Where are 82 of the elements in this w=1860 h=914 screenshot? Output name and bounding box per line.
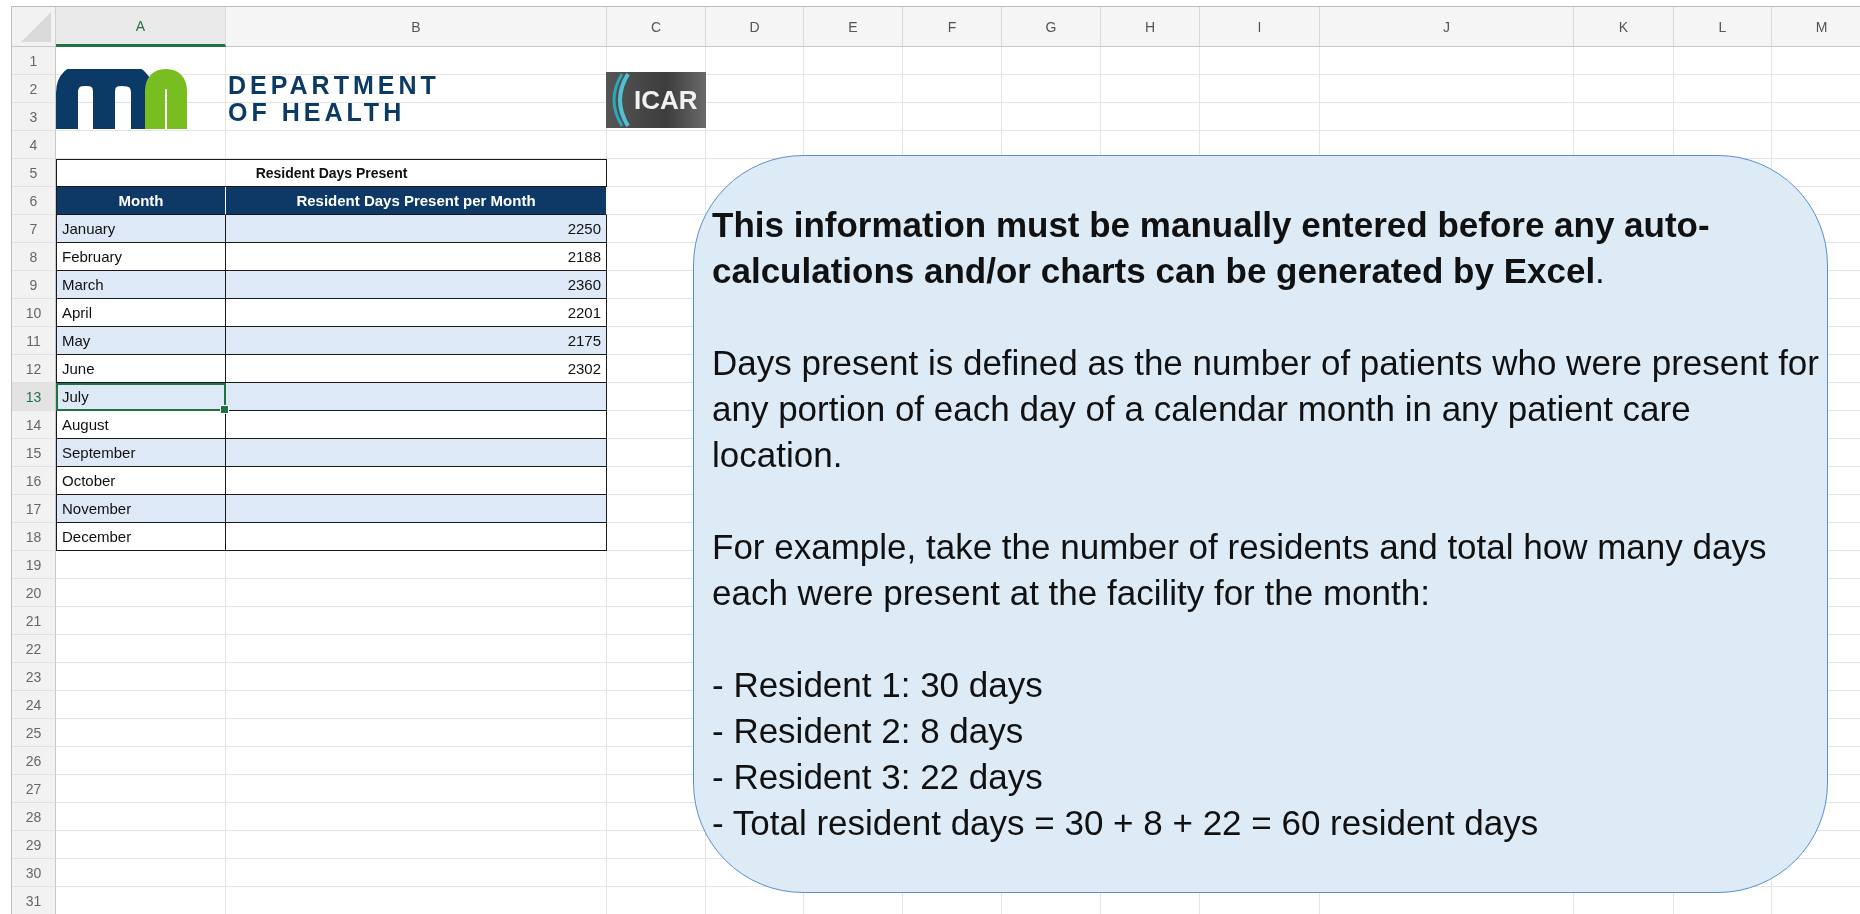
row-header[interactable]: 1 [12,47,56,75]
row-header[interactable]: 29 [12,831,56,859]
table-cell[interactable]: 2302 [226,355,607,383]
column-heading: Month [56,187,226,215]
row-header[interactable]: 14 [12,411,56,439]
row-header[interactable]: 26 [12,747,56,775]
paragraph: For example, take the number of residents and total how many days each were present at the facility for the month: [712,526,1768,614]
row-header[interactable]: 6 [12,187,56,215]
list-item: - Total resident days = 30 + 8 + 22 = 60 resident days [712,802,1540,844]
row-header[interactable]: 31 [12,887,56,914]
table-cell[interactable]: January [56,215,226,243]
column-header[interactable]: E [804,7,903,47]
table-cell[interactable] [226,523,607,551]
list-item: - Resident 1: 30 days [712,664,1044,706]
column-header[interactable]: A [56,7,226,47]
fill-handle[interactable] [220,405,229,414]
row-header[interactable]: 30 [12,859,56,887]
column-header[interactable]: L [1674,7,1772,47]
column-header[interactable]: H [1101,7,1200,47]
column-header[interactable]: F [903,7,1002,47]
table-title: Resident Days Present [56,159,607,187]
row-header[interactable]: 19 [12,551,56,579]
column-header[interactable]: D [706,7,804,47]
table-cell[interactable]: November [56,495,226,523]
column-header[interactable]: M [1772,7,1860,47]
table-cell[interactable] [226,467,607,495]
table-cell[interactable]: February [56,243,226,271]
table-cell[interactable]: June [56,355,226,383]
row-header[interactable]: 23 [12,663,56,691]
row-header[interactable]: 16 [12,467,56,495]
row-header[interactable]: 18 [12,523,56,551]
row-header[interactable]: 25 [12,719,56,747]
table-cell[interactable]: September [56,439,226,467]
table-cell[interactable]: July [56,383,226,411]
table-cell[interactable]: 2175 [226,327,607,355]
list-item: - Resident 2: 8 days [712,710,1025,752]
table-cell[interactable] [226,383,607,411]
column-header[interactable]: I [1200,7,1320,47]
list-item: - Resident 3: 22 days [712,756,1044,798]
row-header[interactable]: 20 [12,579,56,607]
table-cell[interactable]: 2188 [226,243,607,271]
table-cell[interactable]: August [56,411,226,439]
row-header[interactable]: 24 [12,691,56,719]
logo-text: ICAR [634,84,698,116]
logo-text: DEPARTMENT [228,72,440,99]
table-cell[interactable]: 2201 [226,299,607,327]
row-header[interactable]: 28 [12,803,56,831]
logo-text: OF HEALTH [228,99,407,126]
table-cell[interactable] [226,439,607,467]
row-header[interactable]: 5 [12,159,56,187]
paragraph: Days present is defined as the number of patients who were present for any portion of each day of a calendar month in any patient care location. [712,342,1820,476]
row-header[interactable]: 17 [12,495,56,523]
row-header[interactable]: 4 [12,131,56,159]
row-header[interactable]: 7 [12,215,56,243]
table-cell[interactable]: March [56,271,226,299]
row-header[interactable]: 27 [12,775,56,803]
column-header[interactable]: C [607,7,706,47]
table-cell[interactable]: April [56,299,226,327]
column-header[interactable]: G [1002,7,1101,47]
row-header[interactable]: 9 [12,271,56,299]
column-header[interactable]: J [1320,7,1574,47]
table-cell[interactable]: 2360 [226,271,607,299]
table-cell[interactable]: 2250 [226,215,607,243]
row-header[interactable]: 13 [12,383,56,411]
paragraph: This information must be manually entered before any auto-calculations and/or charts can be generated by Excel. [712,204,1711,292]
row-header[interactable]: 21 [12,607,56,635]
row-header[interactable]: 15 [12,439,56,467]
row-header[interactable]: 22 [12,635,56,663]
table-cell[interactable] [226,411,607,439]
row-header[interactable]: 11 [12,327,56,355]
table-cell[interactable] [226,495,607,523]
table-cell[interactable]: December [56,523,226,551]
row-header[interactable]: 8 [12,243,56,271]
column-header[interactable]: K [1574,7,1674,47]
column-heading: Resident Days Present per Month [226,187,607,215]
row-header[interactable]: 2 [12,75,56,103]
row-header[interactable]: 12 [12,355,56,383]
row-header[interactable]: 3 [12,103,56,131]
row-header[interactable]: 10 [12,299,56,327]
table-cell[interactable]: October [56,467,226,495]
table-cell[interactable]: May [56,327,226,355]
column-header[interactable]: B [226,7,607,47]
